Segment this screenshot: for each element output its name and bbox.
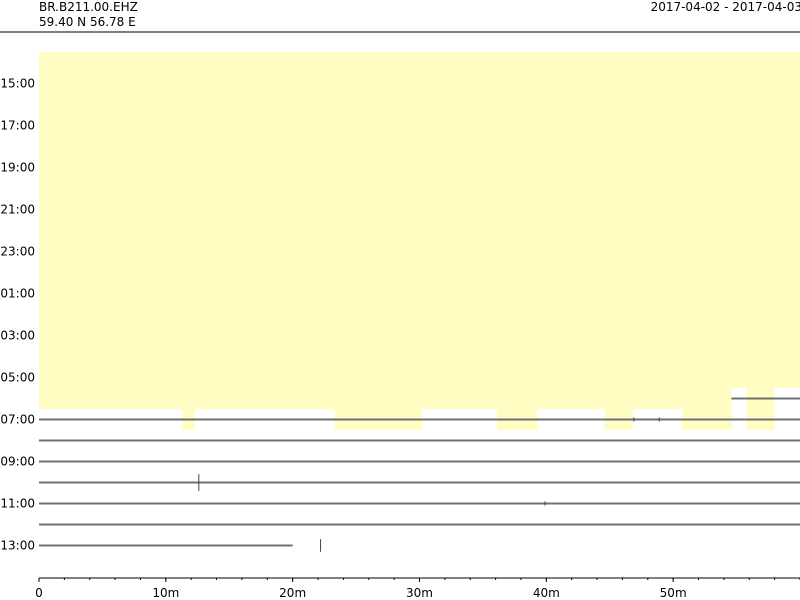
events — [198, 417, 660, 552]
x-tick-label: 20m — [279, 586, 306, 600]
y-tick-label: 19:00 — [0, 161, 35, 175]
y-tick-label: 03:00 — [0, 329, 35, 343]
x-axis: 0 10m 20m 30m 40m 50m — [35, 577, 800, 600]
data-gap — [731, 367, 800, 388]
x-tick-label: 0 — [35, 586, 43, 600]
y-tick-label: 23:00 — [0, 245, 35, 259]
data-gaps — [39, 52, 800, 430]
x-tick-label: 40m — [533, 586, 560, 600]
y-tick-label: 11:00 — [0, 497, 35, 511]
y-axis: 15:00 17:00 19:00 21:00 23:00 01:00 03:00 05:00… — [0, 77, 35, 553]
y-tick-label: 09:00 — [0, 455, 35, 469]
data-gap — [39, 388, 732, 409]
y-tick-label: 15:00 — [0, 77, 35, 91]
y-tick-label: 07:00 — [0, 413, 35, 427]
x-tick-label: 10m — [152, 586, 179, 600]
x-tick-label: 30m — [406, 586, 433, 600]
y-tick-label: 21:00 — [0, 203, 35, 217]
x-tick-label: 50m — [660, 586, 687, 600]
y-tick-label: 05:00 — [0, 371, 35, 385]
data-gap — [39, 52, 800, 388]
y-tick-label: 13:00 — [0, 539, 35, 553]
y-tick-label: 01:00 — [0, 287, 35, 301]
y-tick-label: 17:00 — [0, 119, 35, 133]
dayplot-chart: 15:00 17:00 19:00 21:00 23:00 01:00 03:00 05:00… — [0, 31, 800, 600]
